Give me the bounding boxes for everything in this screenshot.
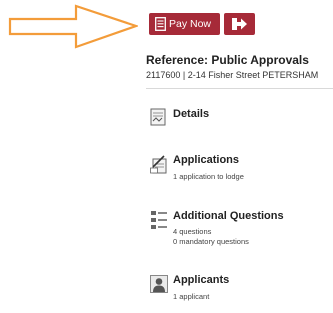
document-icon xyxy=(155,17,166,36)
exit-button[interactable] xyxy=(224,13,255,35)
section-applicants[interactable]: Applicants 1 applicant xyxy=(144,272,333,306)
applications-count: 1 application to lodge xyxy=(173,172,244,181)
application-panel: Pay Now Reference: Public Approvals 2117… xyxy=(144,0,333,313)
applications-title: Applications xyxy=(173,154,240,166)
callout-arrow-icon xyxy=(8,4,138,49)
pay-now-label: Pay Now xyxy=(169,18,212,30)
pen-document-icon xyxy=(150,154,168,179)
details-title: Details xyxy=(173,108,210,120)
scroll-icon xyxy=(150,108,166,131)
applicants-count: 1 applicant xyxy=(173,292,210,301)
person-icon xyxy=(150,275,168,298)
mandatory-questions-count: 0 mandatory questions xyxy=(173,237,249,246)
section-details[interactable]: Details xyxy=(144,104,333,134)
applicants-title: Applicants xyxy=(173,274,230,286)
questions-count: 4 questions xyxy=(173,227,212,236)
reference-title: Reference: Public Approvals xyxy=(146,53,309,67)
section-applications[interactable]: Applications 1 application to lodge xyxy=(144,152,333,188)
list-icon xyxy=(150,210,168,235)
additional-questions-title: Additional Questions xyxy=(173,210,284,222)
divider xyxy=(146,88,333,89)
pay-now-button[interactable]: Pay Now xyxy=(149,13,220,35)
section-additional-questions[interactable]: Additional Questions 4 questions 0 manda… xyxy=(144,208,333,254)
exit-arrow-icon xyxy=(231,16,248,37)
reference-subtitle: 2117600 | 2-14 Fisher Street PETERSHAM xyxy=(146,70,319,80)
